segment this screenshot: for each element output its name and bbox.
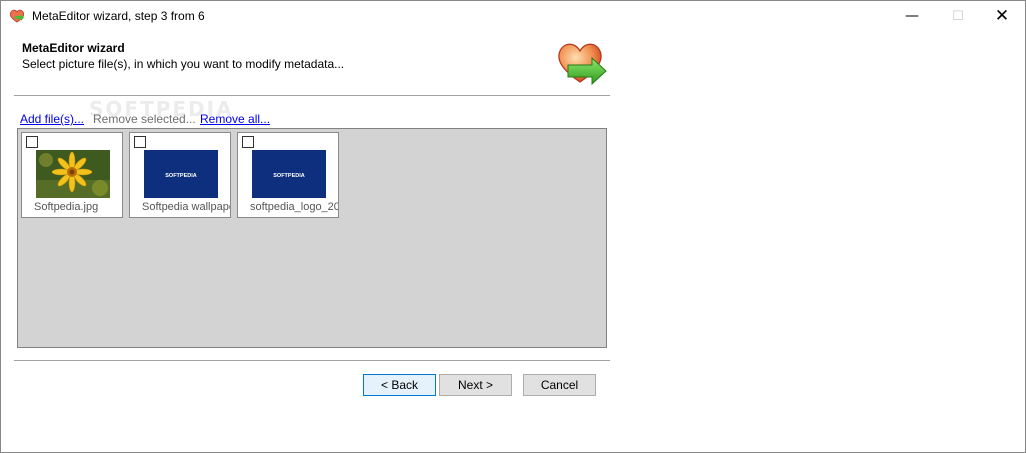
close-button[interactable]: ✕ bbox=[979, 1, 1025, 31]
file-tile[interactable]: Softpedia.jpg bbox=[21, 132, 123, 218]
minimize-button[interactable]: — bbox=[889, 1, 935, 31]
wizard-heading: MetaEditor wizard bbox=[22, 41, 125, 55]
file-checkbox[interactable] bbox=[242, 136, 254, 148]
remove-all-link[interactable]: Remove all... bbox=[200, 112, 270, 126]
file-list-panel[interactable]: Softpedia.jpg SOFTPEDIA Softpedia wallpa… bbox=[17, 128, 607, 348]
heart-arrow-logo-icon bbox=[558, 43, 607, 86]
heart-app-icon bbox=[9, 9, 25, 23]
file-tile[interactable]: SOFTPEDIA Softpedia wallpaper bbox=[129, 132, 231, 218]
file-name: Softpedia.jpg bbox=[34, 201, 99, 213]
wizard-window: MetaEditor wizard, step 3 from 6 — ☐ ✕ M… bbox=[0, 0, 1026, 453]
softpedia-thumbnail: SOFTPEDIA bbox=[252, 150, 326, 198]
thumbnail-label: SOFTPEDIA bbox=[165, 173, 197, 179]
maximize-button[interactable]: ☐ bbox=[935, 1, 981, 31]
file-checkbox[interactable] bbox=[134, 136, 146, 148]
file-checkbox[interactable] bbox=[26, 136, 38, 148]
remove-selected-link[interactable]: Remove selected... bbox=[93, 112, 196, 126]
next-button[interactable]: Next > bbox=[439, 374, 512, 396]
footer-separator bbox=[14, 360, 610, 362]
cancel-button[interactable]: Cancel bbox=[523, 374, 596, 396]
add-files-link[interactable]: Add file(s)... bbox=[20, 112, 84, 126]
title-bar[interactable]: MetaEditor wizard, step 3 from 6 — ☐ ✕ bbox=[1, 1, 1025, 31]
window-title: MetaEditor wizard, step 3 from 6 bbox=[32, 9, 205, 23]
thumbnail-label: SOFTPEDIA bbox=[273, 173, 305, 179]
back-button[interactable]: < Back bbox=[363, 374, 436, 396]
file-name: Softpedia wallpaper bbox=[142, 201, 231, 213]
flower-thumbnail bbox=[36, 150, 110, 198]
file-tile[interactable]: SOFTPEDIA softpedia_logo_20 bbox=[237, 132, 339, 218]
softpedia-thumbnail: SOFTPEDIA bbox=[144, 150, 218, 198]
wizard-instructions: Select picture file(s), in which you wan… bbox=[22, 57, 345, 71]
file-name: softpedia_logo_20 bbox=[250, 201, 339, 213]
